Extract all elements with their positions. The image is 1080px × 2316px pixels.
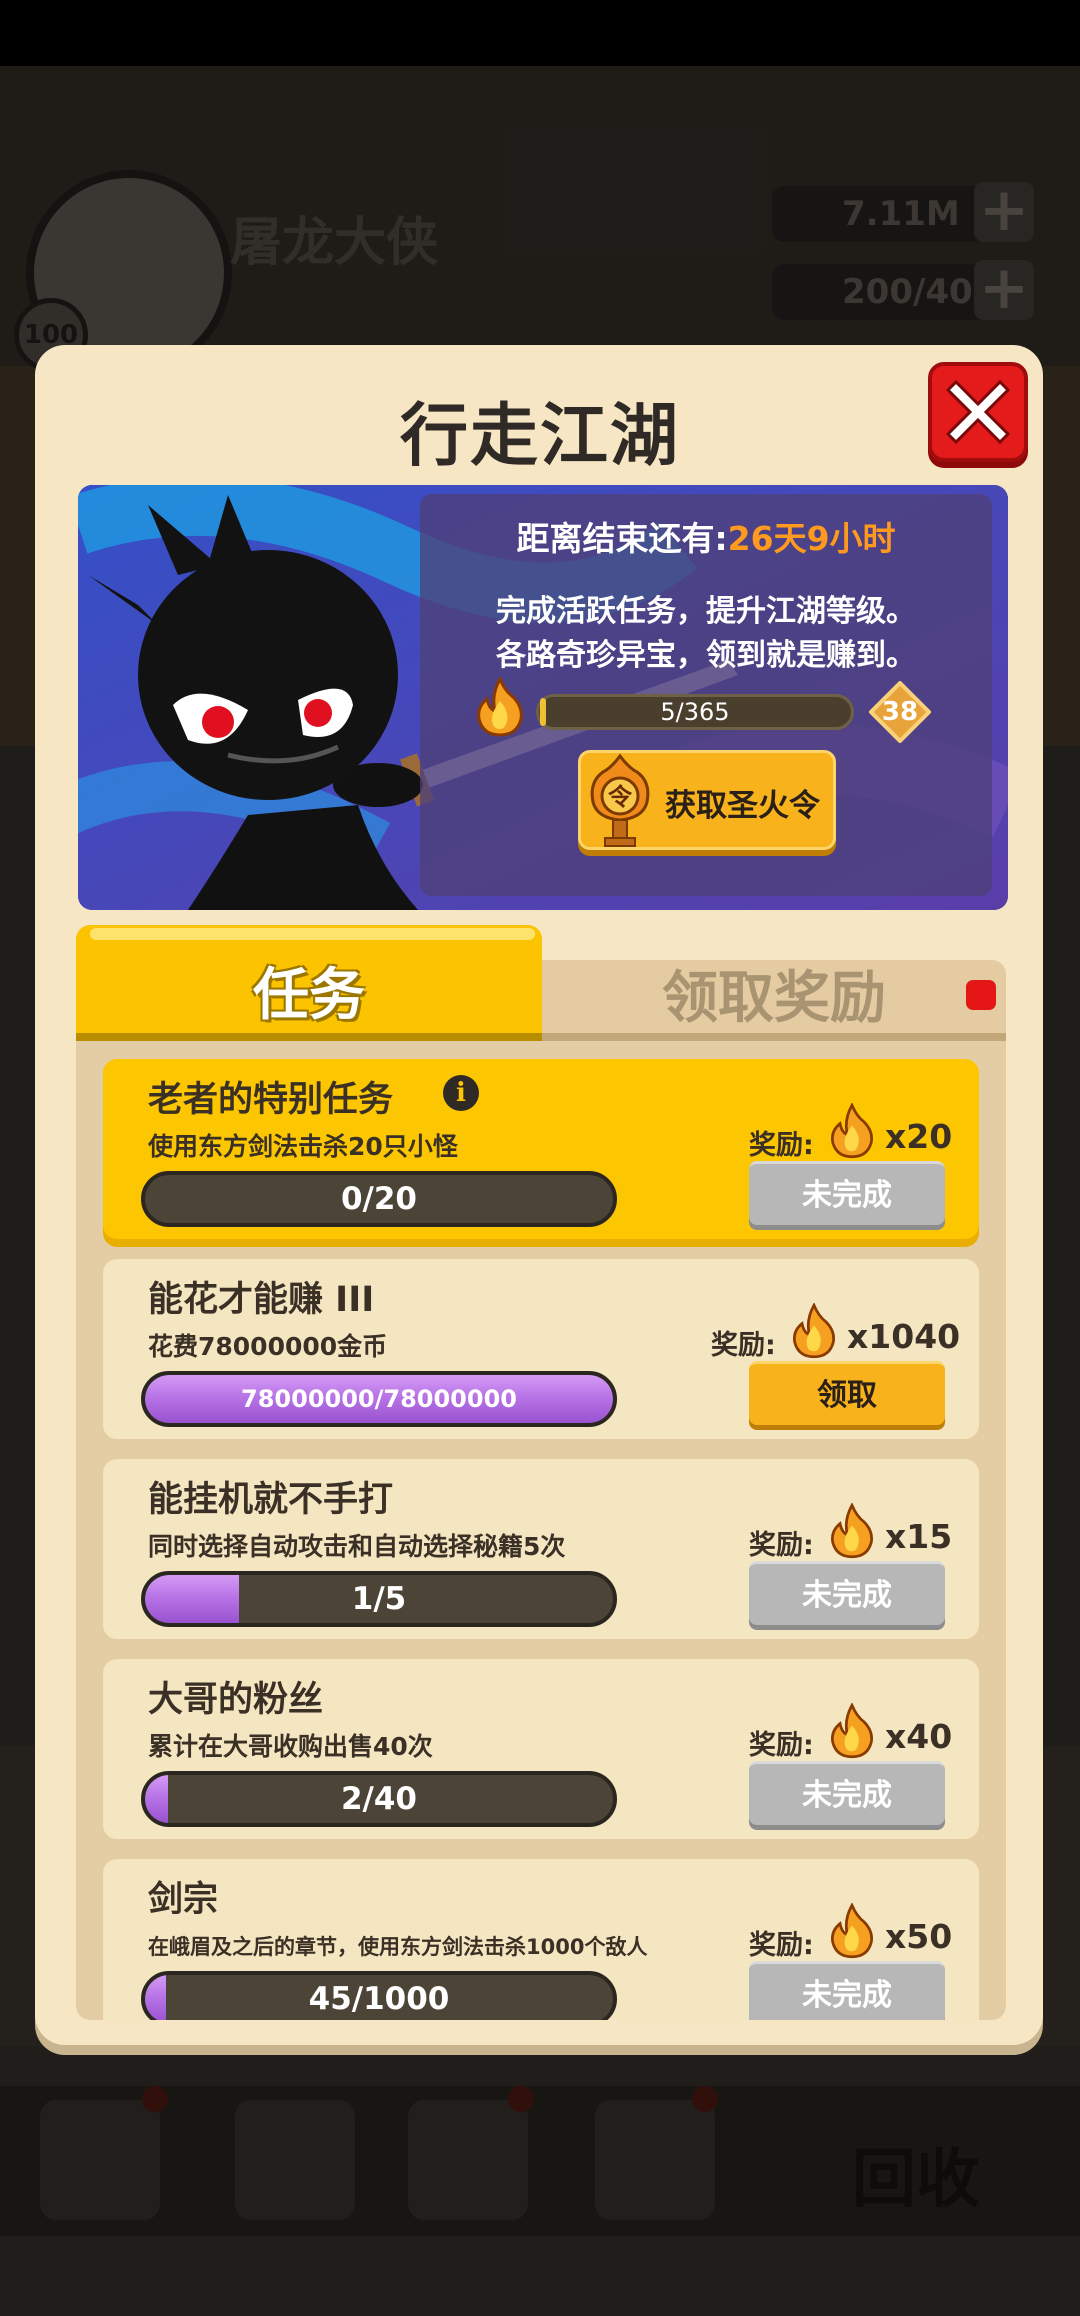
task-progress-text: 1/5 [351,1581,407,1617]
task-progress-bar: 1/5 [141,1571,617,1627]
tab-task-label: 任务 [253,963,365,1028]
flame-icon [791,1302,837,1363]
get-fire-token-label: 获取圣火令 [665,788,820,824]
modal-title: 行走江湖 [399,397,680,476]
flame-icon [829,1502,875,1563]
reward-label: 奖励: [711,1330,776,1361]
task-progress-text: 45/1000 [308,1981,450,2017]
flame-icon [475,675,525,741]
countdown-prefix: 距离结束还有: [516,519,728,558]
reward-label: 奖励: [749,1930,814,1961]
task-desc: 在峨眉及之后的章节，使用东方剑法击杀1000个敌人 [148,1935,648,1959]
event-desc-line1: 完成活跃任务，提升江湖等级。 [496,594,916,629]
event-desc-line2: 各路奇珍异宝，领到就是赚到。 [496,638,916,673]
task-card: 剑宗 在峨眉及之后的章节，使用东方剑法击杀1000个敌人 45/1000 奖励:… [103,1859,979,2020]
token-glyph: 令 [608,783,633,811]
flame-icon [829,1702,875,1763]
fire-token-icon: 令 [585,752,655,852]
task-card: 能挂机就不手打 同时选择自动攻击和自动选择秘籍5次 1/5 奖励: x15 未完… [103,1459,979,1639]
countdown-text: 距离结束还有:26天9小时 [420,512,992,560]
close-button[interactable] [928,362,1028,462]
task-card: 能花才能赚 III 花费78000000金币 78000000/78000000… [103,1259,979,1439]
task-title: 能花才能赚 III [148,1280,375,1320]
flame-icon [829,1102,875,1163]
reward-label: 奖励: [749,1730,814,1761]
reward-count: x15 [885,1517,953,1556]
task-title: 大哥的粉丝 [148,1680,324,1720]
tab-task-highlight [90,928,535,940]
task-progress-bar: 78000000/78000000 [141,1371,617,1427]
info-icon[interactable]: i [443,1075,479,1111]
task-title: 能挂机就不手打 [148,1480,394,1520]
reward-count: x1040 [847,1317,961,1356]
incomplete-button[interactable]: 未完成 [749,1961,945,2020]
level-value: 38 [881,697,919,727]
task-list[interactable]: 老者的特别任务 i 使用东方剑法击杀20只小怪 0/20 奖励: x20 未完成… [76,1041,1006,2020]
task-desc: 使用东方剑法击杀20只小怪 [148,1132,458,1161]
task-progress-text: 2/40 [340,1781,418,1817]
reward-count: x20 [885,1117,953,1156]
countdown-value: 26天9小时 [727,519,896,558]
tab-claim-reward-label: 领取奖励 [662,966,886,1031]
incomplete-button[interactable]: 未完成 [749,1161,945,1225]
level-progress-text: 5/365 [660,698,730,726]
task-card: 老者的特别任务 i 使用东方剑法击杀20只小怪 0/20 奖励: x20 未完成 [103,1059,979,1239]
task-progress-text: 0/20 [340,1181,418,1217]
task-progress-bar: 0/20 [141,1171,617,1227]
task-progress-bar: 45/1000 [141,1971,617,2020]
task-desc: 花费78000000金币 [148,1332,388,1361]
reward-count: x40 [885,1717,953,1756]
claim-button[interactable]: 领取 [749,1361,945,1425]
task-card: 大哥的粉丝 累计在大哥收购出售40次 2/40 奖励: x40 未完成 [103,1659,979,1839]
incomplete-button[interactable]: 未完成 [749,1761,945,1825]
flame-icon [829,1902,875,1963]
task-desc: 累计在大哥收购出售40次 [148,1732,433,1761]
task-title: 老者的特别任务 [148,1080,394,1120]
incomplete-button[interactable]: 未完成 [749,1561,945,1625]
task-desc: 同时选择自动攻击和自动选择秘籍5次 [148,1532,566,1561]
task-progress-bar: 2/40 [141,1771,617,1827]
task-title: 剑宗 [148,1880,219,1920]
reward-label: 奖励: [749,1530,814,1561]
reward-count: x50 [885,1917,953,1956]
notification-dot [966,980,996,1010]
reward-label: 奖励: [749,1130,814,1161]
task-progress-text: 78000000/78000000 [241,1385,517,1413]
close-icon [945,379,1011,445]
